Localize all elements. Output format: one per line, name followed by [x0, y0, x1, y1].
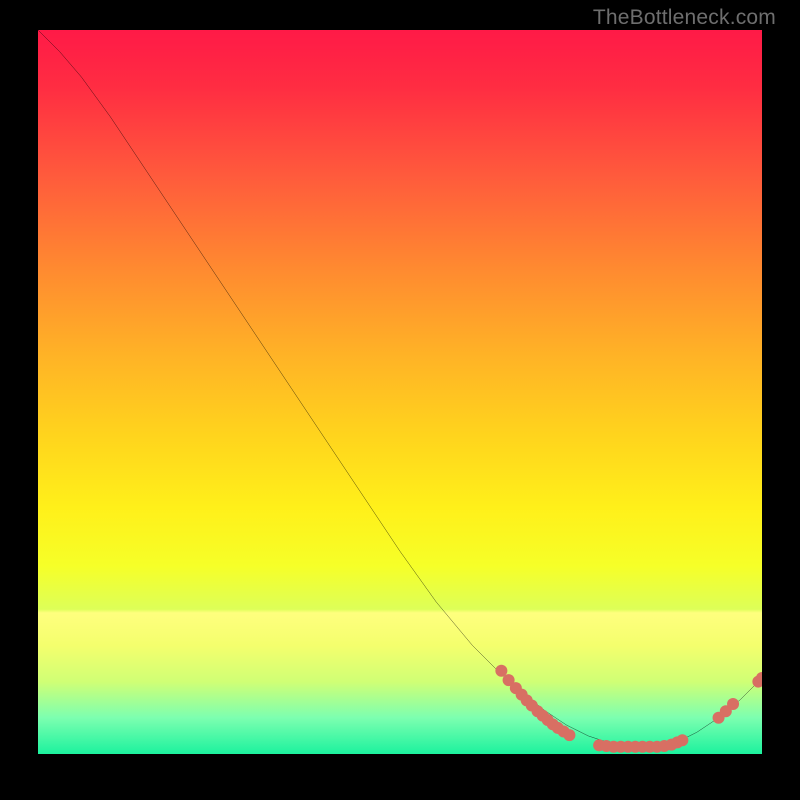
- data-point: [563, 729, 575, 741]
- watermark-text: TheBottleneck.com: [593, 6, 776, 30]
- data-point: [676, 734, 688, 746]
- points-layer: [38, 30, 762, 754]
- chart-stage: TheBottleneck.com: [0, 0, 800, 800]
- plot-area: [38, 30, 762, 754]
- data-point: [727, 698, 739, 710]
- data-point: [495, 665, 507, 677]
